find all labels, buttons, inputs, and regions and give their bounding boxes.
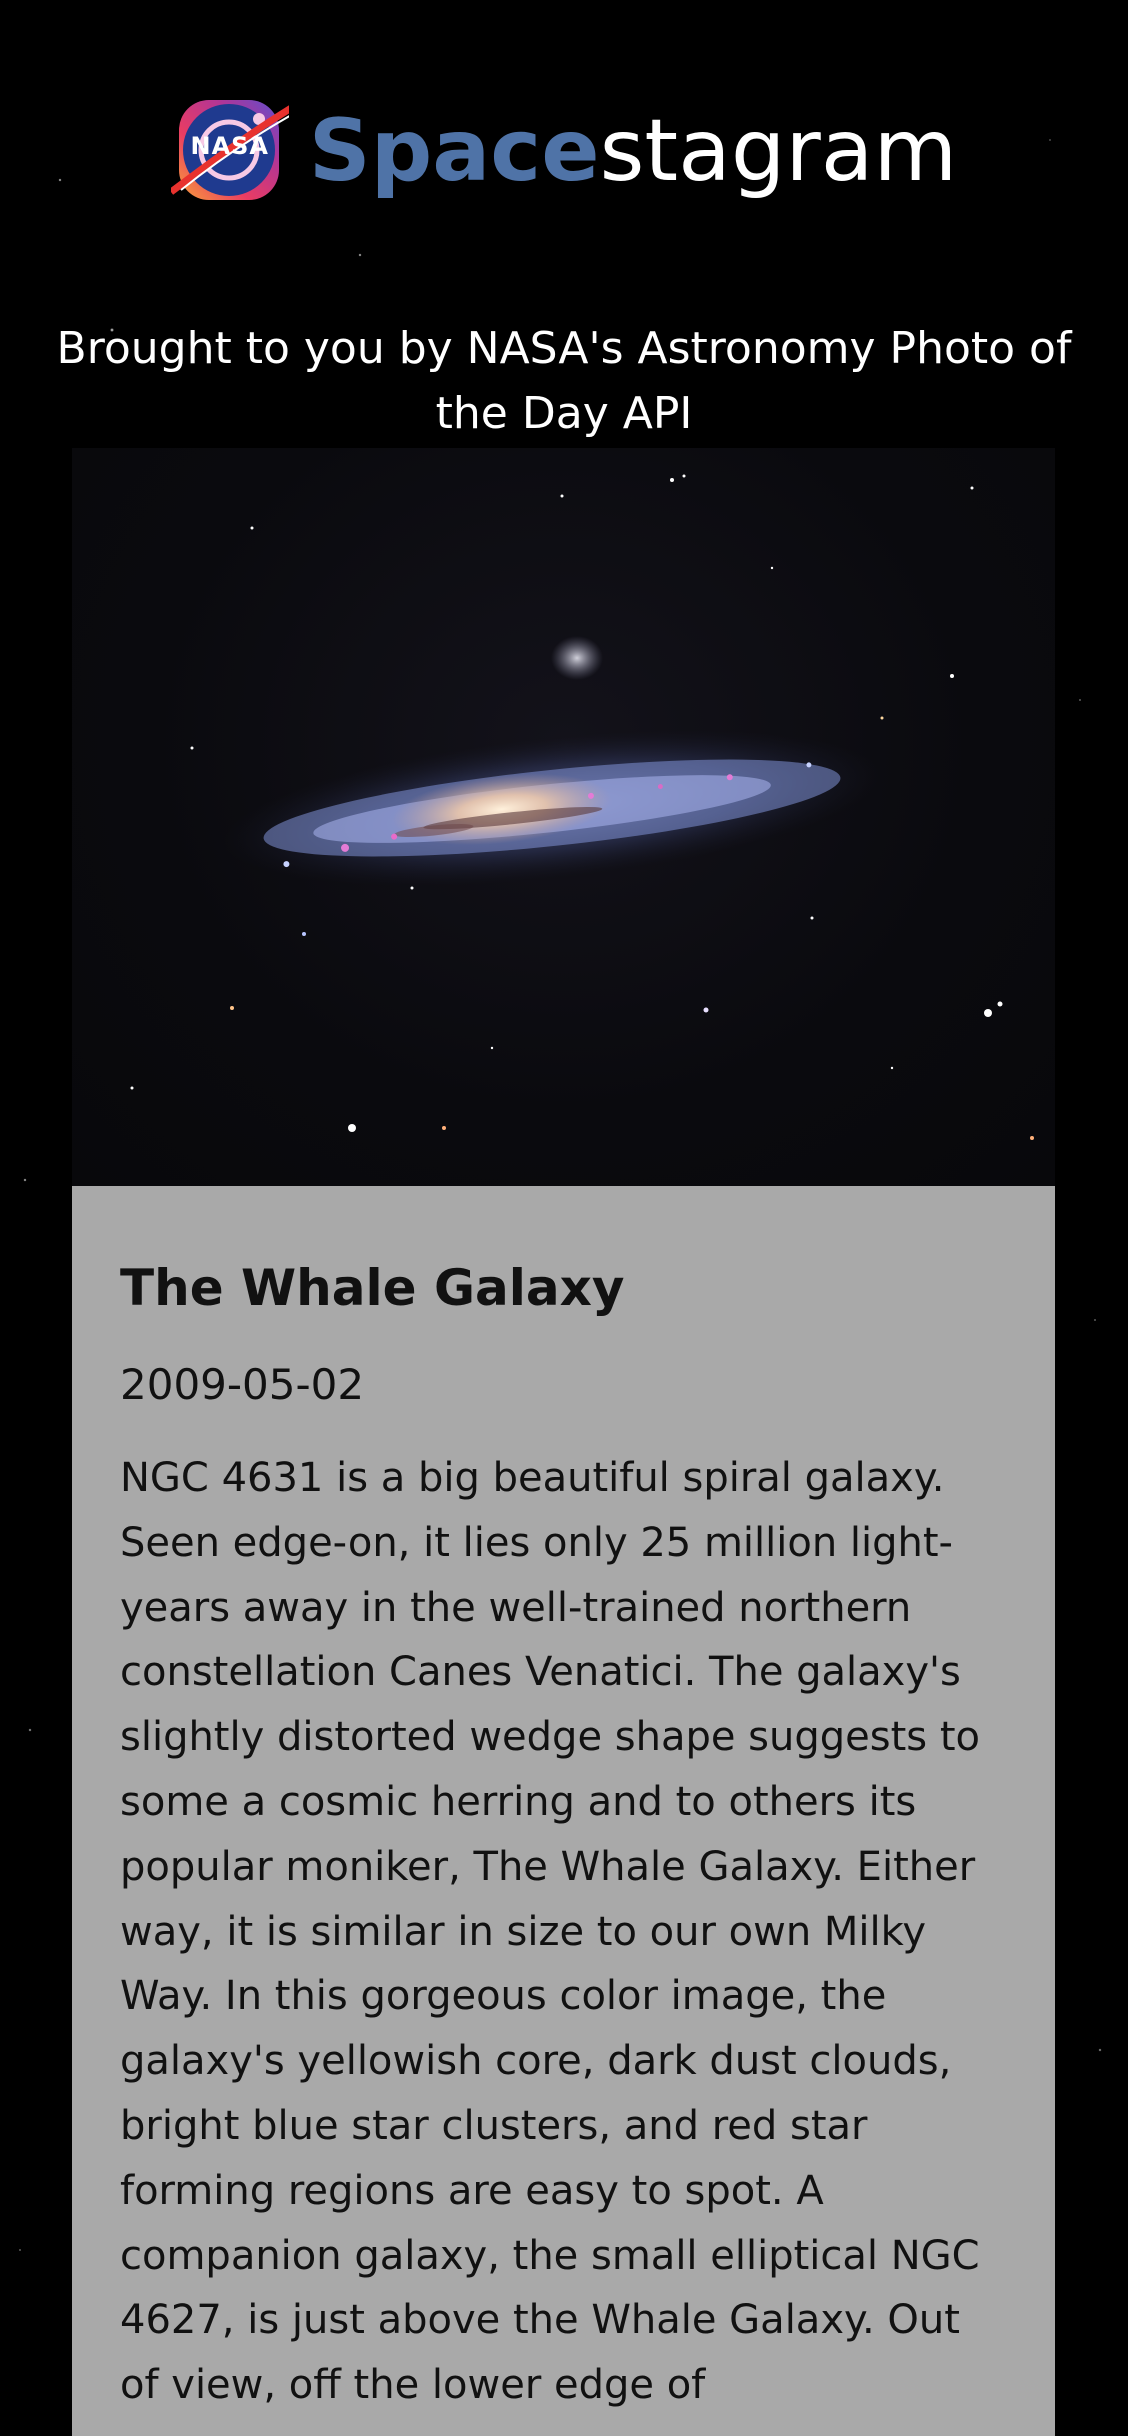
nasa-instagram-logo-icon: NASA [168,92,303,210]
post-card: The Whale Galaxy 2009-05-02 NGC 4631 is … [72,448,1055,2436]
logo-text: NASA [190,132,270,160]
subtitle: Brought to you by NASA's Astronomy Photo… [56,323,1072,439]
app-title-space: Space [308,101,600,201]
app-title: Spacestagram [309,108,958,194]
post-description: NGC 4631 is a big beautiful spiral galax… [120,1455,980,2409]
post-image[interactable] [72,448,1055,1186]
page: NASA Spacestagram Brought to you by NASA… [0,0,1128,2436]
app-header: NASA Spacestagram [0,92,1128,210]
galaxy-photo [130,474,1034,1140]
post-title: The Whale Galaxy [120,1259,625,1317]
post-date: 2009-05-02 [120,1360,365,1409]
post-details: The Whale Galaxy 2009-05-02 NGC 4631 is … [72,1186,1055,2436]
app-title-stagram: stagram [599,101,958,201]
